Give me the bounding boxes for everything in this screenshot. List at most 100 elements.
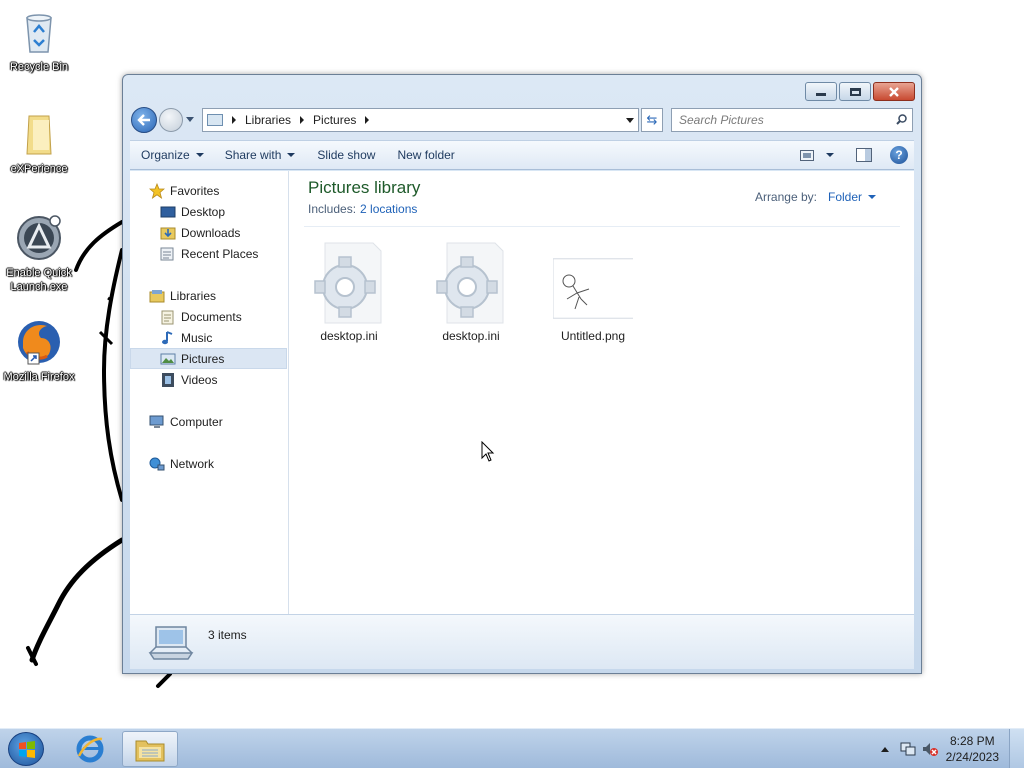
share-with-label: Share with [224,148,282,162]
navigation-pane: Favorites Desktop Downloads Recent Place… [130,171,289,614]
library-title: Pictures library [308,178,421,197]
nav-computer[interactable]: Computer [149,411,223,432]
nav-network[interactable]: Network [149,453,214,474]
refresh-button[interactable]: ⇆ [641,108,663,132]
help-button[interactable]: ? [890,146,908,164]
address-history-dropdown[interactable] [626,118,634,123]
nav-libraries[interactable]: Libraries [149,285,216,306]
search-input[interactable] [679,110,889,130]
mouse-cursor-icon [481,441,495,462]
new-folder-button[interactable]: New folder [384,141,463,169]
slide-show-label: Slide show [317,148,376,162]
desktop-icon-label: Recycle Bin [9,61,69,73]
clock[interactable]: 8:28 PM 2/24/2023 [946,733,999,765]
recycle-bin-icon [15,8,63,56]
locations-link[interactable]: 2 locations [360,202,417,216]
content-pane: Pictures library Includes: 2 locations Ar… [290,171,914,614]
taskbar-internet-explorer[interactable] [62,731,118,767]
volume-muted-icon[interactable] [922,741,938,757]
navigation-bar: Libraries Pictures ⇆ [131,106,913,134]
nav-pictures[interactable]: Pictures [130,348,287,369]
nav-documents[interactable]: Documents [160,306,242,327]
pictures-folder-icon [207,114,223,126]
file-name: desktop.ini [320,329,378,343]
recent-places-icon [160,247,174,260]
file-item[interactable]: desktop.ini [299,239,399,343]
windows-logo-icon [19,741,35,758]
documents-icon [161,310,174,324]
close-icon [889,86,899,97]
videos-icon [162,372,174,387]
arrange-by-dropdown[interactable]: Folder [828,190,876,204]
back-arrow-icon [137,114,150,126]
settings-file-icon [431,239,511,325]
nav-pictures-label: Pictures [181,351,225,366]
taskbar: 8:28 PM 2/24/2023 [0,728,1024,768]
breadcrumb-separator[interactable] [232,116,236,124]
nav-favorites-label: Favorites [170,183,220,198]
desktop-icon-firefox[interactable]: Mozilla Firefox [1,318,77,384]
quick-launch-icon [15,214,63,262]
desktop-icon-experience[interactable]: eXPerience [1,110,77,176]
share-with-menu[interactable]: Share with [213,141,305,169]
breadcrumb-separator[interactable] [365,116,370,124]
breadcrumb-pictures[interactable]: Pictures [313,113,356,127]
start-button[interactable] [8,732,44,766]
command-bar-right: ? [796,141,914,169]
computer-icon [148,626,194,660]
refresh-icon: ⇆ [646,112,658,127]
show-hidden-icons-icon[interactable] [880,745,890,753]
library-includes: Includes: 2 locations [308,202,417,216]
desktop-icon-recycle-bin[interactable]: Recycle Bin [1,8,77,74]
settings-file-icon [309,239,389,325]
organize-menu[interactable]: Organize [130,141,213,169]
nav-desktop[interactable]: Desktop [160,201,225,222]
content-divider [304,226,900,227]
nav-favorites[interactable]: Favorites [149,180,219,201]
file-item[interactable]: Untitled.png [543,239,643,343]
details-pane: 3 items [130,614,914,669]
desktop-icon-label: eXPerience [10,163,68,175]
nav-recent-places[interactable]: Recent Places [160,243,258,264]
downloads-folder-icon [160,227,176,239]
forward-button[interactable] [159,108,183,132]
explorer-window: Libraries Pictures ⇆ Organize Share with… [122,74,922,674]
nav-videos[interactable]: Videos [160,369,217,390]
file-name: Untitled.png [560,329,626,343]
internet-explorer-icon [76,735,104,763]
nav-downloads[interactable]: Downloads [160,222,240,243]
pictures-icon [160,353,176,364]
back-button[interactable] [131,107,157,133]
libraries-icon [149,289,165,302]
star-icon [149,182,165,199]
nav-downloads-label: Downloads [181,225,241,240]
new-folder-label: New folder [397,148,455,162]
includes-label: Includes: [308,202,357,216]
command-bar: Organize Share with Slide show New folde… [130,140,914,170]
nav-videos-label: Videos [181,372,218,387]
nav-recent-places-label: Recent Places [181,246,259,261]
nav-music-label: Music [181,330,213,345]
recent-pages-dropdown[interactable] [186,117,194,122]
search-box[interactable] [671,108,913,132]
nav-music[interactable]: Music [160,327,212,348]
taskbar-windows-explorer[interactable] [122,731,178,767]
preview-pane-icon [856,148,872,162]
address-bar[interactable]: Libraries Pictures [202,108,639,132]
desktop-icon-label: Enable Quick Launch.exe [6,267,72,293]
show-desktop-button[interactable] [1009,729,1024,768]
desktop-icon-quick-launch[interactable]: Enable Quick Launch.exe [1,214,77,294]
arrange-by-label: Arrange by: [754,190,817,204]
close-button[interactable] [873,82,915,101]
slide-show-button[interactable]: Slide show [304,141,384,169]
minimize-button[interactable] [805,82,837,101]
file-item[interactable]: desktop.ini [421,239,521,343]
breadcrumb-separator[interactable] [300,116,305,124]
preview-pane-button[interactable] [838,141,880,169]
chevron-down-icon[interactable] [826,153,834,157]
chevron-down-icon [287,153,296,157]
breadcrumb-libraries[interactable]: Libraries [245,113,291,127]
change-view-button[interactable] [796,141,838,169]
network-icon[interactable] [900,741,916,757]
maximize-button[interactable] [839,82,871,101]
